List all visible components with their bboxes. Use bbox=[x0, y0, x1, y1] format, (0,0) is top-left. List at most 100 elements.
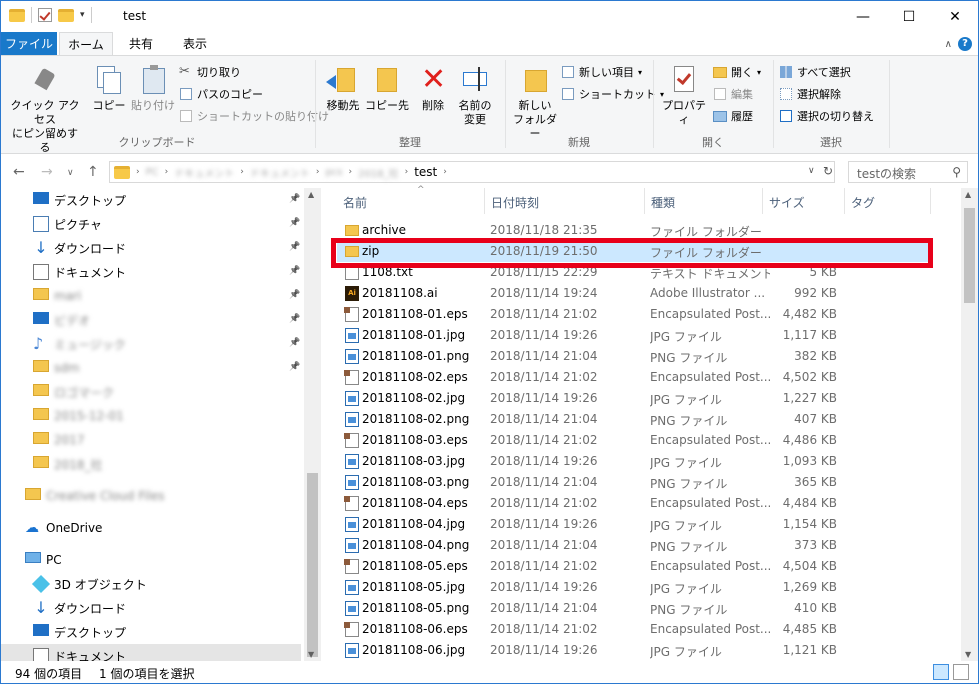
file-size: 4,504 KB bbox=[782, 559, 837, 573]
history-button[interactable]: 履歴 bbox=[713, 108, 753, 124]
breadcrumb[interactable]: ドキュメント bbox=[250, 165, 310, 180]
nav-item-creative-cloud[interactable]: Creative Cloud Files bbox=[1, 484, 301, 508]
file-row[interactable]: 20181108-02.eps 2018/11/14 21:02 Encapsula… bbox=[337, 367, 929, 388]
quick-access-item[interactable]: sdm 📌 bbox=[1, 356, 301, 380]
nav-item-onedrive[interactable]: ☁ OneDrive bbox=[1, 516, 301, 540]
file-row[interactable]: 20181108-04.jpg 2018/11/14 19:26 JPG ファイル 1… bbox=[337, 514, 929, 535]
column-header-date[interactable]: 日付時刻 bbox=[485, 188, 645, 214]
collapse-ribbon-chevron-icon[interactable]: ∧ bbox=[945, 39, 952, 50]
edit-button[interactable]: 編集 bbox=[713, 86, 753, 102]
scrollbar-thumb[interactable] bbox=[307, 473, 318, 657]
paste-shortcut-button[interactable]: ショートカットの貼り付け bbox=[179, 108, 329, 124]
address-bar[interactable]: › PC › ドキュメント › ドキュメント › pcs › 2018_社 › … bbox=[109, 161, 835, 183]
quick-access-item[interactable]: 2018_社 bbox=[1, 452, 301, 476]
quick-access-item[interactable]: ↓ ダウンロード 📌 bbox=[1, 236, 301, 260]
nav-item-pc[interactable]: PC bbox=[1, 548, 301, 572]
open-button[interactable]: 開く ▾ bbox=[713, 64, 761, 80]
file-list-scrollbar[interactable]: ▲ ▼ bbox=[961, 188, 978, 661]
pc-item[interactable]: デスクトップ bbox=[1, 620, 301, 644]
quick-access-item[interactable]: 2017 bbox=[1, 428, 301, 452]
forward-arrow-icon[interactable]: → bbox=[41, 164, 53, 180]
file-size: 1,117 KB bbox=[782, 328, 837, 342]
breadcrumb[interactable]: 2018_社 bbox=[358, 165, 398, 180]
tab-share[interactable]: 共有 bbox=[117, 32, 165, 56]
file-row[interactable]: 20181108-06.jpg 2018/11/14 19:26 JPG ファイル 1… bbox=[337, 640, 929, 661]
scroll-up-icon[interactable]: ▲ bbox=[308, 190, 314, 199]
file-row[interactable]: Ai 20181108.ai 2018/11/14 19:24 Adobe Illus… bbox=[337, 283, 929, 304]
select-none-button[interactable]: 選択解除 bbox=[779, 86, 841, 102]
pc-item[interactable]: ↓ ダウンロード bbox=[1, 596, 301, 620]
column-header-size[interactable]: サイズ bbox=[763, 188, 845, 214]
file-row[interactable]: 20181108-02.png 2018/11/14 21:04 PNG ファイル 4… bbox=[337, 409, 929, 430]
scroll-down-icon[interactable]: ▼ bbox=[965, 650, 971, 659]
pc-item[interactable]: 3D オブジェクト bbox=[1, 572, 301, 596]
file-row[interactable]: 20181108-05.png 2018/11/14 21:04 PNG ファイル 4… bbox=[337, 598, 929, 619]
file-row[interactable]: 20181108-02.jpg 2018/11/14 19:26 JPG ファイル 1… bbox=[337, 388, 929, 409]
paste-button[interactable]: 貼り付け bbox=[131, 60, 175, 113]
file-row[interactable]: 20181108-01.eps 2018/11/14 21:02 Encapsula… bbox=[337, 304, 929, 325]
column-header-tags[interactable]: タグ bbox=[845, 188, 931, 214]
maximize-button[interactable]: ☐ bbox=[886, 1, 932, 32]
properties-button[interactable]: プロパティ bbox=[657, 60, 711, 127]
back-arrow-icon[interactable]: ← bbox=[13, 164, 25, 180]
address-dropdown-chevron-icon[interactable]: ∨ bbox=[808, 166, 815, 176]
cloud-icon: ☁ bbox=[25, 520, 39, 536]
file-row[interactable]: 20181108-06.eps 2018/11/14 21:02 Encapsula… bbox=[337, 619, 929, 640]
customize-toolbar-chevron-icon[interactable]: ▾ bbox=[80, 10, 85, 20]
column-header-name[interactable]: 名前 ^ bbox=[337, 185, 485, 214]
rename-button[interactable]: 名前の 変更 bbox=[453, 60, 497, 127]
file-row[interactable]: 20181108-05.jpg 2018/11/14 19:26 JPG ファイル 1… bbox=[337, 577, 929, 598]
close-button[interactable]: ✕ bbox=[932, 1, 978, 32]
tab-file[interactable]: ファイル bbox=[1, 32, 57, 56]
refresh-icon[interactable]: ↻ bbox=[823, 164, 833, 178]
breadcrumb[interactable]: PC bbox=[146, 167, 159, 178]
file-row[interactable]: 20181108-01.jpg 2018/11/14 19:26 JPG ファイル 1… bbox=[337, 325, 929, 346]
quick-access-item[interactable]: ビデオ 📌 bbox=[1, 308, 301, 332]
quick-access-item[interactable]: デスクトップ 📌 bbox=[1, 188, 301, 212]
quick-access-item[interactable]: ♪ ミュージック 📌 bbox=[1, 332, 301, 356]
column-header-type[interactable]: 種類 bbox=[645, 188, 763, 214]
breadcrumb[interactable]: ドキュメント bbox=[174, 165, 234, 180]
breadcrumb-current[interactable]: test bbox=[414, 165, 437, 179]
file-row[interactable]: 20181108-03.jpg 2018/11/14 19:26 JPG ファイル 1… bbox=[337, 451, 929, 472]
copy-to-button[interactable]: コピー先 bbox=[365, 60, 409, 113]
scrollbar-thumb[interactable] bbox=[964, 208, 975, 303]
delete-button[interactable]: ✕ 削除 bbox=[415, 60, 451, 113]
help-icon[interactable]: ? bbox=[958, 37, 972, 51]
up-arrow-icon[interactable]: ↑ bbox=[87, 164, 99, 180]
quick-access-item[interactable]: mari 📌 bbox=[1, 284, 301, 308]
cut-button[interactable]: ✂ 切り取り bbox=[179, 64, 241, 80]
tab-home[interactable]: ホーム bbox=[59, 32, 113, 56]
easy-access-button[interactable]: ショートカット ▾ bbox=[561, 86, 664, 102]
quick-access-item[interactable]: ドキュメント 📌 bbox=[1, 260, 301, 284]
new-item-button[interactable]: 新しい項目 ▾ bbox=[561, 64, 642, 80]
search-input[interactable]: testの検索 ⚲ bbox=[848, 161, 968, 183]
file-row[interactable]: 20181108-04.png 2018/11/14 21:04 PNG ファイル 3… bbox=[337, 535, 929, 556]
file-row[interactable]: 20181108-03.eps 2018/11/14 21:02 Encapsula… bbox=[337, 430, 929, 451]
file-row[interactable]: 20181108-01.png 2018/11/14 21:04 PNG ファイル 3… bbox=[337, 346, 929, 367]
quick-access-item[interactable]: ロゴマーク bbox=[1, 380, 301, 404]
details-view-icon[interactable] bbox=[933, 664, 949, 680]
organize-group: 移動先 コピー先 ✕ 削除 名前の 変更 整理 bbox=[317, 56, 503, 154]
tab-view[interactable]: 表示 bbox=[171, 32, 219, 56]
file-row[interactable]: 20181108-05.eps 2018/11/14 21:02 Encapsula… bbox=[337, 556, 929, 577]
minimize-button[interactable]: — bbox=[840, 1, 886, 32]
invert-selection-button[interactable]: 選択の切り替え bbox=[779, 108, 874, 124]
file-row[interactable]: 20181108-03.png 2018/11/14 21:04 PNG ファイル 3… bbox=[337, 472, 929, 493]
copy-path-button[interactable]: パスのコピー bbox=[179, 86, 263, 102]
recent-locations-chevron-icon[interactable]: ∨ bbox=[67, 168, 74, 178]
select-all-button[interactable]: すべて選択 bbox=[779, 64, 851, 80]
new-folder-icon[interactable] bbox=[58, 8, 74, 22]
scroll-down-icon[interactable]: ▼ bbox=[308, 650, 314, 659]
quick-access-item[interactable]: 2015-12-01 bbox=[1, 404, 301, 428]
breadcrumb[interactable]: pcs bbox=[325, 167, 342, 178]
navigation-pane-scrollbar[interactable]: ▲ ▼ bbox=[304, 188, 321, 661]
file-row[interactable]: 20181108-04.eps 2018/11/14 21:02 Encapsula… bbox=[337, 493, 929, 514]
copy-button[interactable]: コピー bbox=[89, 60, 129, 113]
new-folder-button[interactable]: 新しい フォルダー bbox=[509, 60, 561, 141]
properties-icon[interactable] bbox=[38, 8, 52, 22]
scroll-up-icon[interactable]: ▲ bbox=[965, 190, 971, 199]
large-icons-view-icon[interactable] bbox=[953, 664, 969, 680]
move-to-button[interactable]: 移動先 bbox=[321, 60, 365, 113]
quick-access-item[interactable]: ピクチャ 📌 bbox=[1, 212, 301, 236]
